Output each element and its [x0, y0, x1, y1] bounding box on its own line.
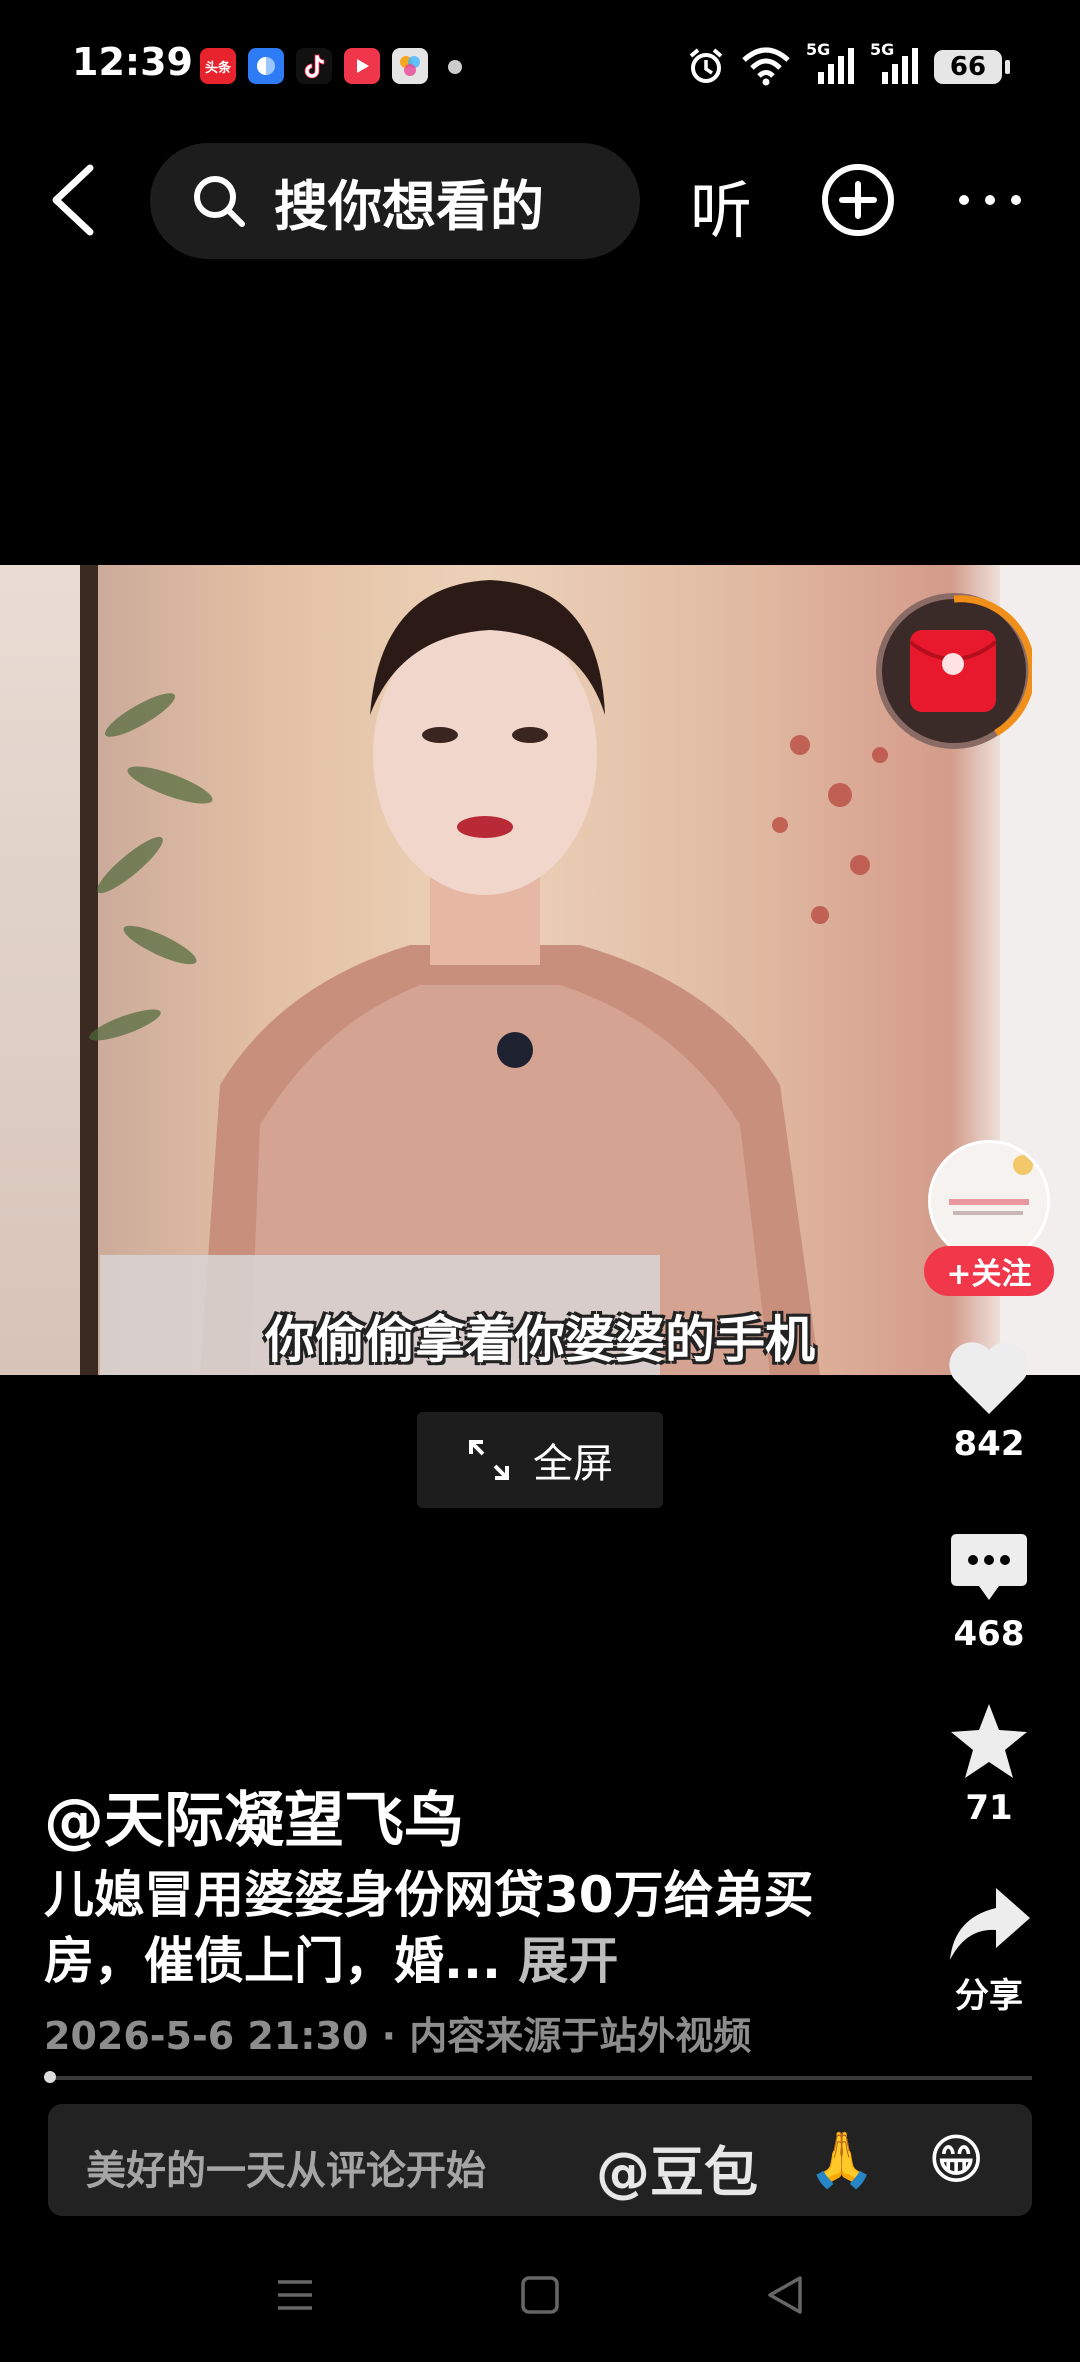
status-bar: 12:39 头条 5G 5G 66: [0, 0, 1080, 130]
wifi-icon: [740, 46, 792, 90]
colorful-app-icon: [392, 48, 428, 84]
share-label: 分享: [955, 1976, 1023, 2016]
tiktok-app-icon: [296, 48, 332, 84]
menu-lines-icon: [278, 2280, 312, 2310]
triangle-back-icon: [768, 2276, 802, 2314]
pray-emoji-button[interactable]: 🙏: [808, 2128, 875, 2192]
listen-button[interactable]: 听: [690, 160, 752, 250]
expand-link[interactable]: 展开: [518, 1932, 618, 1990]
comment-count: 468: [953, 1614, 1025, 1654]
mention-doubao-button[interactable]: @豆包: [596, 2128, 758, 2207]
follow-button[interactable]: +关注: [924, 1246, 1054, 1296]
status-time: 12:39: [72, 40, 193, 84]
video-app-icon: [344, 48, 380, 84]
menu-nav-button[interactable]: [272, 2272, 318, 2322]
back-nav-button[interactable]: [762, 2272, 808, 2322]
video-subtitle: 你偷偷拿着你婆婆的手机: [265, 1311, 815, 1369]
post-caption: 儿媳冒用婆婆身份网贷30万给弟买房，催债上门，婚... 展开: [44, 1862, 844, 1994]
comment-button[interactable]: 468: [928, 1530, 1050, 1654]
alarm-icon: [686, 46, 726, 90]
red-envelope-icon: [908, 630, 998, 712]
battery-indicator: 66: [934, 50, 1010, 84]
like-count: 842: [953, 1424, 1025, 1464]
comment-bubble-icon: [951, 1534, 1027, 1600]
like-button[interactable]: 842: [928, 1340, 1050, 1464]
video-progress-handle[interactable]: [44, 2071, 56, 2083]
post-meta: 2026-5-6 21:30 · 内容来源于站外视频: [44, 2014, 752, 2058]
search-icon: [194, 176, 245, 227]
search-box[interactable]: 搜你想看的: [150, 143, 640, 259]
heart-icon: [949, 1342, 1029, 1414]
author-name[interactable]: @天际凝望飞鸟: [44, 1772, 464, 1859]
more-notifications-dot: [448, 60, 462, 74]
expand-icon: [469, 1440, 509, 1480]
video-frame-left: [0, 565, 80, 1375]
more-options-button[interactable]: [950, 180, 1030, 220]
caption-text: 儿媳冒用婆婆身份网贷30万给弟买房，催债上门，婚...: [44, 1866, 814, 1990]
chevron-left-icon: [52, 164, 94, 236]
more-dots-icon: [959, 195, 1021, 205]
favorite-count: 71: [965, 1788, 1013, 1828]
signal-2-icon: 5G: [868, 40, 924, 90]
back-button[interactable]: [40, 160, 110, 240]
avatar-image: [931, 1143, 1047, 1259]
square-icon: [521, 2276, 559, 2314]
comment-input[interactable]: 美好的一天从评论开始: [86, 2138, 486, 2196]
favorite-button[interactable]: 71: [928, 1700, 1050, 1828]
star-icon: [951, 1704, 1027, 1778]
video-progress-bar[interactable]: [48, 2076, 1032, 2080]
grin-emoji-button[interactable]: 😁: [928, 2128, 984, 2191]
add-button[interactable]: [820, 162, 896, 238]
share-arrow-icon: [950, 1888, 1030, 1960]
home-nav-button[interactable]: [517, 2272, 563, 2322]
author-avatar[interactable]: [928, 1140, 1050, 1262]
blue-app-icon: [248, 48, 284, 84]
fullscreen-label: 全屏: [533, 1441, 613, 1487]
video-frame-image: [80, 565, 888, 1375]
plus-circle-icon: [822, 164, 894, 236]
fullscreen-button[interactable]: 全屏: [417, 1412, 663, 1508]
signal-1-icon: 5G: [804, 40, 860, 90]
search-placeholder: 搜你想看的: [274, 174, 544, 238]
share-button[interactable]: 分享: [928, 1884, 1050, 2017]
toutiao-app-icon: 头条: [200, 48, 236, 84]
